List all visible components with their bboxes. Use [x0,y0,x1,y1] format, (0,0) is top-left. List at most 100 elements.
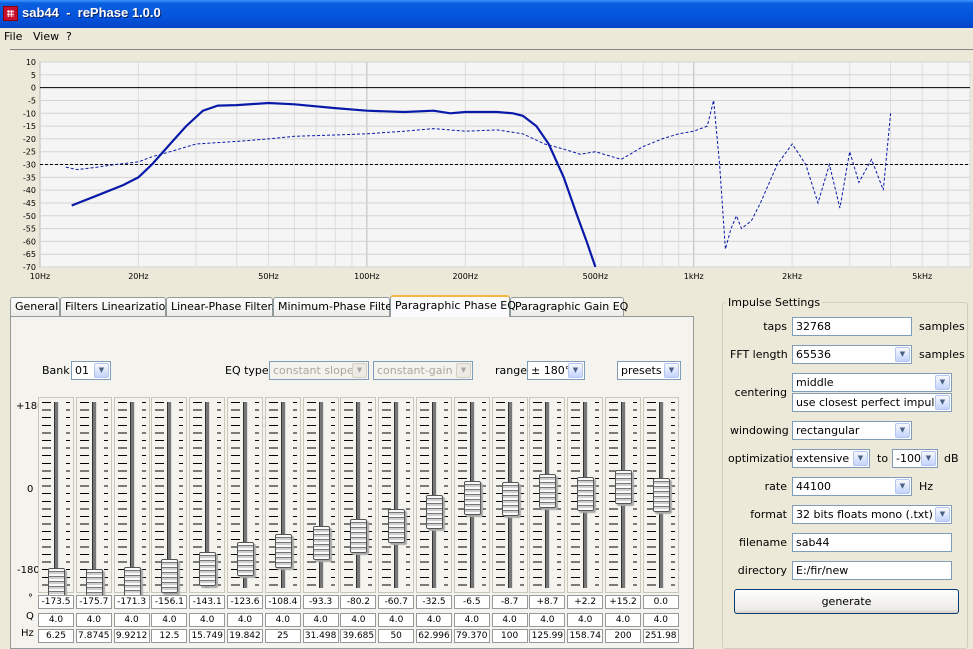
eq-band-hz-value[interactable]: 31.498 [302,629,339,643]
eq-band-hz-value[interactable]: 62.996 [416,629,452,643]
eq-band-q-value[interactable]: 4.0 [264,613,301,627]
eq-band-q-value[interactable]: 4.0 [453,613,490,627]
eq-band-q-value[interactable]: 4.0 [113,613,150,627]
presets-select[interactable]: presets ▼ [617,361,681,380]
eq-band-q-value[interactable]: 4.0 [416,613,452,627]
eq-band-phase-value[interactable]: -6.5 [453,595,490,609]
eq-band-hz-value[interactable]: 125.99 [529,629,566,643]
slider-thumb[interactable] [577,476,595,511]
eq-band-q-value[interactable]: 4.0 [38,613,74,627]
slider-thumb[interactable] [274,534,292,568]
eq-band-hz-value[interactable]: 12.5 [151,629,188,643]
tab-general[interactable]: General [10,297,60,317]
eq-band-hz-value[interactable]: 15.749 [189,629,226,643]
eq-band-hz-value[interactable]: 39.685 [340,629,377,643]
menu-file[interactable]: File [4,30,22,43]
tab-filters-linearization[interactable]: Filters Linearization [60,297,172,317]
eq-band-slider[interactable] [605,397,641,593]
eq-band-phase-value[interactable]: -143.1 [189,595,226,609]
eq-band-phase-value[interactable]: -93.3 [302,595,339,609]
tab-paragraphic-gain-eq[interactable]: Paragraphic Gain EQ [510,297,628,317]
slider-thumb[interactable] [350,519,368,554]
eq-band-hz-value[interactable]: 6.25 [38,629,74,643]
eq-band-phase-value[interactable]: -175.7 [75,595,112,609]
eq-band-slider[interactable] [227,397,263,593]
eq-band-slider[interactable] [38,397,74,602]
eq-band-hz-value[interactable]: 251.98 [642,629,679,643]
eq-band-slider[interactable] [340,397,377,593]
eq-band-phase-value[interactable]: +15.2 [605,595,641,609]
eq-band-q-value[interactable]: 4.0 [151,613,188,627]
plot-canvas[interactable]: 10 5 0 -5 -10 -15 -20 -25 -30 -35 -40 -45 -50 -55 -60 -… [10,50,973,288]
eq-band-slider[interactable] [529,397,566,593]
eq-band-q-value[interactable]: 4.0 [529,613,566,627]
eq-band-q-value[interactable]: 4.0 [567,613,604,627]
rate-select[interactable]: 44100 ▼ [792,477,912,496]
eq-band-slider[interactable] [378,397,415,593]
optimization-db-select[interactable]: -100 ▼ [892,449,938,468]
centering-mode-select[interactable]: use closest perfect impulse ▼ [792,393,952,412]
eq-band-slider[interactable] [453,397,490,593]
eq-band-slider[interactable] [416,397,452,593]
eq-band-slider[interactable] [302,397,339,593]
frequency-response-plot[interactable]: 10 5 0 -5 -10 -15 -20 -25 -30 -35 -40 -45 -50 -55 -60 -… [10,49,973,287]
eq-band-slider[interactable] [113,397,150,601]
eq-band-slider[interactable] [189,397,226,593]
eq-band-q-value[interactable]: 4.0 [75,613,112,627]
slider-thumb[interactable] [312,526,330,561]
slider-thumb[interactable] [463,481,481,516]
eq-band-slider[interactable] [264,397,301,593]
eq-band-hz-value[interactable]: 100 [491,629,528,643]
eq-band-phase-value[interactable]: -80.2 [340,595,377,609]
taps-input[interactable]: 32768 [792,317,912,336]
eq-band-phase-value[interactable]: +2.2 [567,595,604,609]
eq-band-q-value[interactable]: 4.0 [605,613,641,627]
eq-band-q-value[interactable]: 4.0 [378,613,415,627]
slider-thumb[interactable] [615,470,632,505]
eq-band-phase-value[interactable]: -8.7 [491,595,528,609]
eq-band-hz-value[interactable]: 25 [264,629,301,643]
eq-band-hz-value[interactable]: 200 [605,629,641,643]
eq-band-q-value[interactable]: 4.0 [491,613,528,627]
eq-band-slider[interactable] [642,397,679,593]
eq-band-q-value[interactable]: 4.0 [642,613,679,627]
eq-band-slider[interactable] [151,397,188,593]
eq-band-slider[interactable] [567,397,604,593]
bank-select[interactable]: 01 ▼ [71,361,111,380]
eq-band-q-value[interactable]: 4.0 [340,613,377,627]
slider-thumb[interactable] [161,558,179,593]
eq-band-slider[interactable] [75,397,112,603]
centering-select[interactable]: middle ▼ [792,373,952,392]
eq-band-q-value[interactable]: 4.0 [302,613,339,627]
slider-thumb[interactable] [652,478,670,512]
slider-thumb[interactable] [426,494,443,529]
slider-thumb[interactable] [539,473,557,508]
fft-length-select[interactable]: 65536 ▼ [792,345,912,364]
eq-band-phase-value[interactable]: +8.7 [529,595,566,609]
eq-band-hz-value[interactable]: 50 [378,629,415,643]
directory-input[interactable]: E:/fir/new [792,561,952,580]
eq-band-q-value[interactable]: 4.0 [189,613,226,627]
slider-thumb[interactable] [237,541,254,576]
eq-band-phase-value[interactable]: 0.0 [642,595,679,609]
filename-input[interactable]: sab44 [792,533,952,552]
menu-help[interactable]: ? [66,30,72,43]
tab-minimum-phase-filters[interactable]: Minimum-Phase Filters [273,297,402,317]
eq-band-hz-value[interactable]: 19.842 [227,629,263,643]
eq-band-phase-value[interactable]: -123.6 [227,595,263,609]
eq-band-phase-value[interactable]: -60.7 [378,595,415,609]
format-select[interactable]: 32 bits floats mono (.txt) ▼ [792,505,952,524]
eq-band-phase-value[interactable]: -173.5 [38,595,74,609]
optimization-select[interactable]: extensive ▼ [792,449,870,468]
slider-thumb[interactable] [388,509,406,544]
generate-button[interactable]: generate [734,589,959,614]
range-select[interactable]: ± 180° ▼ [527,361,585,380]
eq-band-slider[interactable] [491,397,528,593]
tab-linear-phase-filters[interactable]: Linear-Phase Filters [166,297,278,317]
eq-band-q-value[interactable]: 4.0 [227,613,263,627]
slider-thumb[interactable] [501,482,519,517]
eq-band-hz-value[interactable]: 158.74 [567,629,604,643]
eq-band-hz-value[interactable]: 9.9212 [113,629,150,643]
slider-thumb[interactable] [199,551,217,586]
windowing-select[interactable]: rectangular ▼ [792,421,912,440]
